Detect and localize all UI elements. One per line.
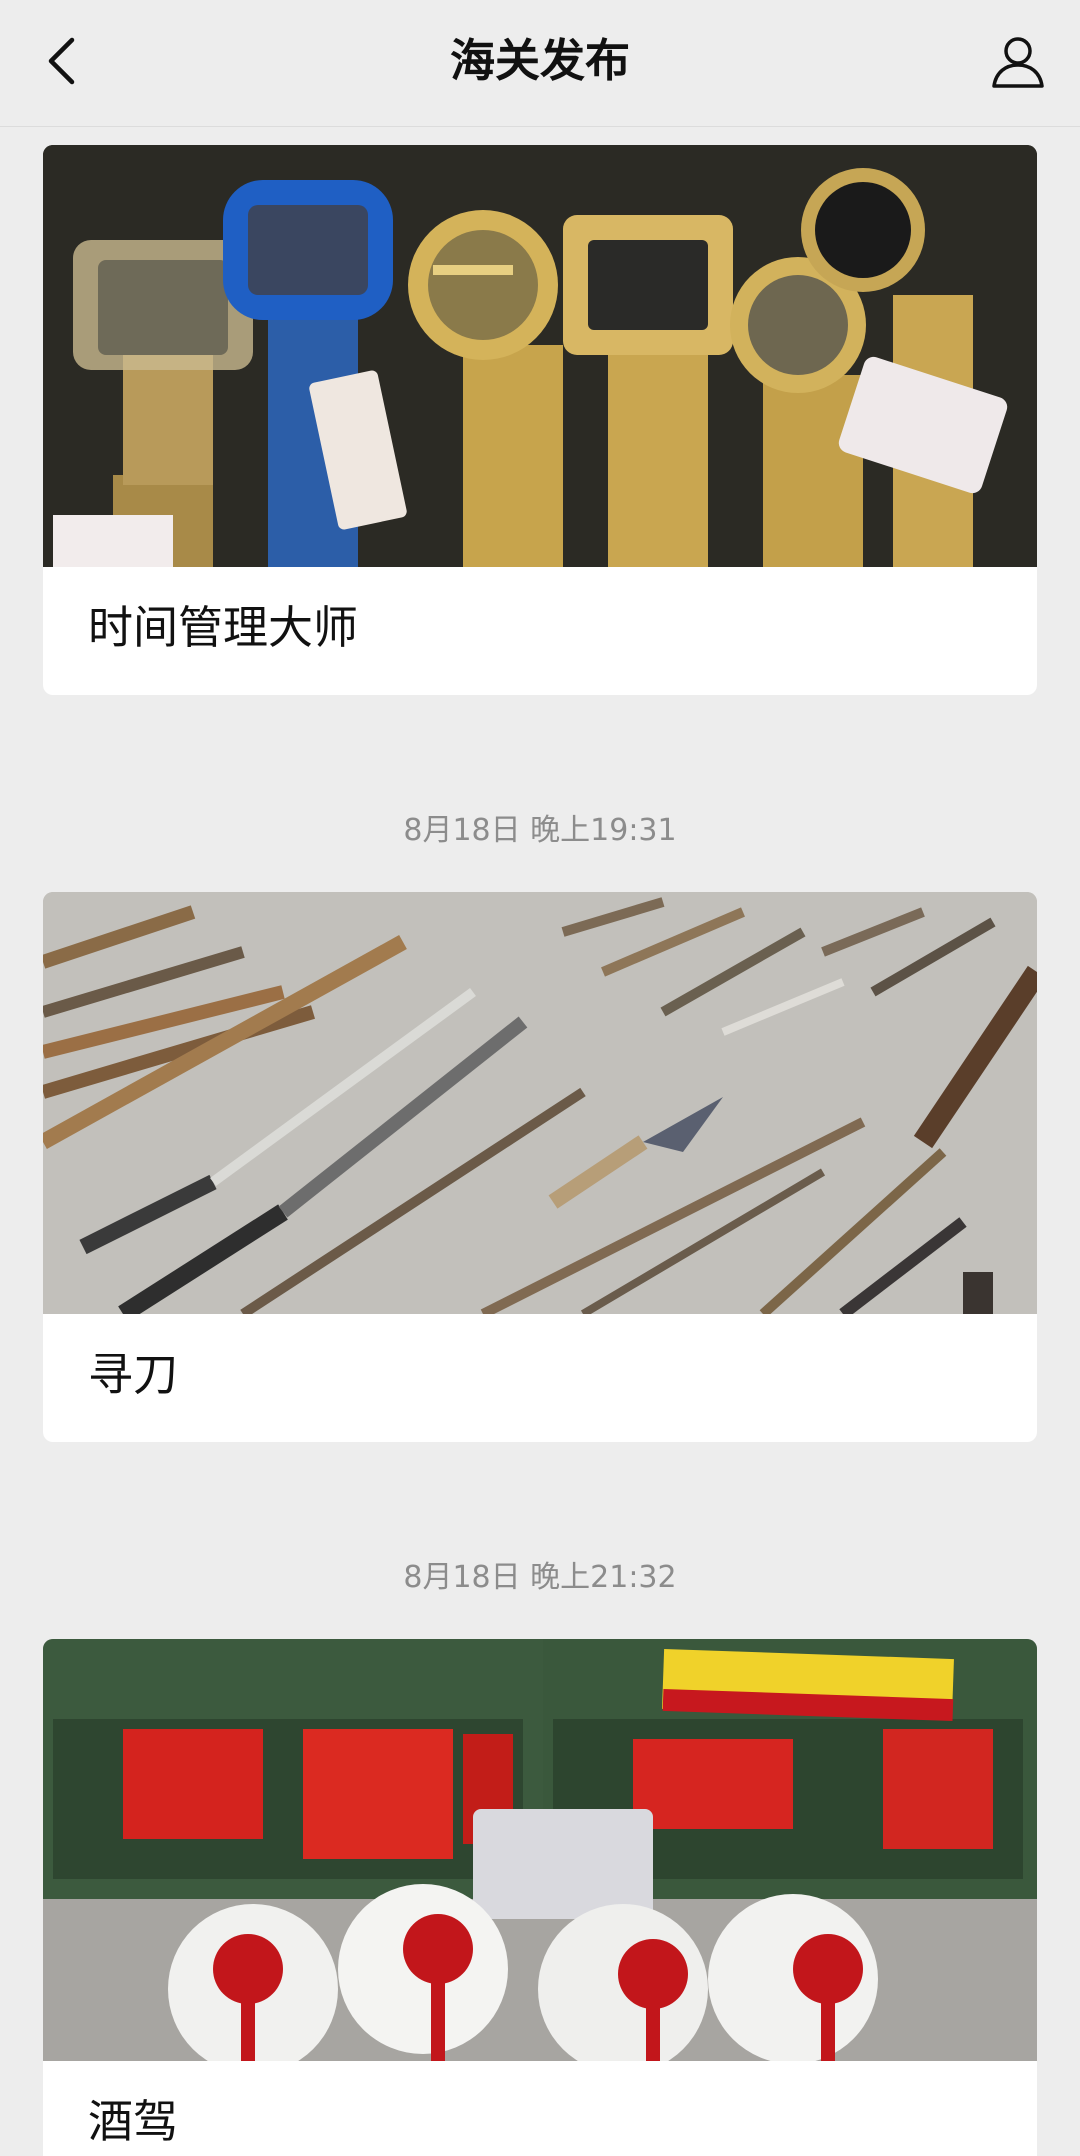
article-title: 酒驾 bbox=[88, 2095, 179, 2148]
article-title: 寻刀 bbox=[88, 1348, 179, 1401]
seized-knives-swords-photo bbox=[43, 892, 1037, 1314]
article-card[interactable]: 酒驾 bbox=[43, 1639, 1037, 2156]
chevron-left-icon bbox=[48, 37, 75, 85]
article-card[interactable]: 时间管理大师 bbox=[43, 145, 1037, 695]
back-button[interactable] bbox=[36, 30, 86, 92]
timestamp: 8月18日 晚上21:32 bbox=[403, 1560, 677, 1595]
article-card[interactable]: 寻刀 bbox=[43, 892, 1037, 1442]
seized-wristwatches-photo bbox=[43, 145, 1037, 567]
page-title: 海关发布 bbox=[449, 34, 630, 87]
timestamp: 8月18日 晚上19:31 bbox=[403, 813, 677, 848]
article-title: 时间管理大师 bbox=[88, 601, 359, 654]
profile-button[interactable] bbox=[984, 28, 1052, 96]
person-icon bbox=[992, 37, 1044, 88]
app-screen: 海关发布 时间管理大师 8月18日 晚上19:31 寻刀 8月18日 晚上21:… bbox=[0, 0, 1080, 2156]
seized-liquor-boxes-photo bbox=[43, 1639, 1037, 2061]
top-nav-bar: 海关发布 bbox=[0, 0, 1080, 127]
